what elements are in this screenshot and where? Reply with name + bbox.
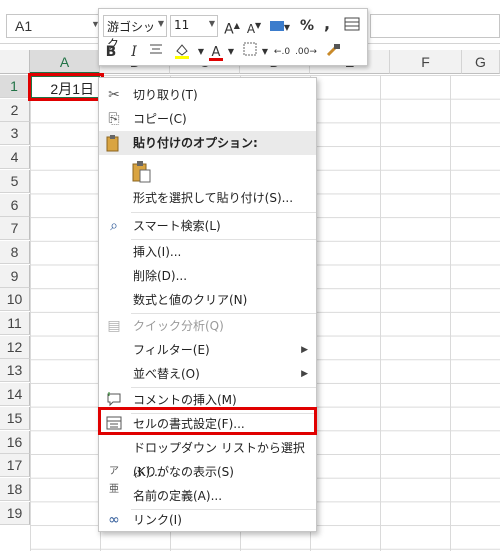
name-box[interactable]: A1 ▼ — [6, 14, 102, 38]
menu-item-quick-analysis-label: クイック分析(Q) — [133, 319, 224, 333]
menu-separator — [131, 212, 316, 213]
paste-option-button[interactable] — [99, 158, 316, 186]
font-color-icon[interactable]: A — [207, 42, 225, 62]
decrease-font-size-icon[interactable]: A▼ — [245, 16, 263, 36]
chevron-down-icon[interactable]: ▼ — [197, 42, 205, 62]
comma-style-button[interactable]: , — [321, 14, 333, 34]
chevron-down-icon[interactable]: ▼ — [261, 42, 269, 62]
menu-item-define-name[interactable]: 名前の定義(A)... — [99, 484, 316, 508]
menu-item-define-name-label: 名前の定義(A)... — [133, 489, 223, 503]
chevron-right-icon: ▶ — [301, 345, 308, 355]
menu-item-pick-from-list[interactable]: ドロップダウン リストから選択(K)... — [99, 436, 316, 479]
chevron-right-icon: ▶ — [301, 369, 308, 379]
menu-item-link[interactable]: ∞ リンク(I) — [99, 508, 316, 532]
menu-item-show-phonetic-label: ふりがなの表示(S) — [133, 465, 234, 479]
font-size-dropdown[interactable]: 11 ▼ — [170, 15, 218, 37]
mini-toolbar: 游ゴシック ▼ 11 ▼ A▲ A▼ ▼ % , B I ▼ A ▼ ▼ ←.0… — [98, 8, 368, 66]
column-header-g[interactable]: G — [462, 50, 500, 74]
menu-item-cut[interactable]: ✂ 切り取り(T) — [99, 83, 316, 107]
menu-item-clear-contents-label: 数式と値のクリア(N) — [133, 293, 248, 307]
row-header-7[interactable]: 7 — [0, 217, 30, 241]
chevron-down-icon: ▼ — [157, 19, 164, 28]
italic-button[interactable]: I — [127, 42, 141, 62]
increase-font-size-icon[interactable]: A▲ — [223, 16, 241, 38]
menu-item-insert[interactable]: 挿入(I)... — [99, 240, 316, 264]
chevron-down-icon: ▼ — [208, 19, 215, 28]
row-header-5[interactable]: 5 — [0, 169, 30, 193]
select-all-corner[interactable] — [0, 50, 30, 74]
cell-a1-annotation-box — [28, 73, 104, 101]
bold-button[interactable]: B — [103, 42, 119, 62]
row-header-3[interactable]: 3 — [0, 122, 30, 146]
menu-item-sort-label: 並べ替え(O) — [133, 367, 200, 381]
paste-clipboard-icon — [131, 160, 153, 184]
column-header-a[interactable]: A — [30, 50, 100, 74]
menu-item-cut-label: 切り取り(T) — [133, 88, 198, 102]
row-header-11[interactable]: 11 — [0, 312, 30, 335]
menu-item-filter-label: フィルター(E) — [133, 343, 210, 357]
format-table-icon[interactable] — [343, 16, 361, 36]
align-center-icon[interactable] — [147, 42, 165, 62]
row-header-1[interactable]: 1 — [0, 75, 30, 98]
column-header-f[interactable]: F — [390, 50, 462, 74]
row-header-6[interactable]: 6 — [0, 193, 30, 217]
format-cells-annotation-box — [98, 407, 317, 435]
copy-icon: ⎘ — [108, 111, 120, 127]
menu-item-show-phonetic[interactable]: ア亜 ふりがなの表示(S) — [99, 460, 316, 495]
row-header-16[interactable]: 16 — [0, 430, 30, 454]
font-name-dropdown[interactable]: 游ゴシック ▼ — [103, 15, 167, 51]
menu-item-smart-lookup-label: スマート検索(L) — [133, 219, 221, 233]
row-header-10[interactable]: 10 — [0, 288, 30, 312]
clipboard-icon — [105, 134, 123, 152]
row-header-17[interactable]: 17 — [0, 454, 30, 478]
increase-decimal-icon[interactable]: ←.0 — [271, 42, 293, 62]
row-header-8[interactable]: 8 — [0, 240, 30, 264]
menu-item-insert-label: 挿入(I)... — [133, 245, 182, 259]
row-header-4[interactable]: 4 — [0, 146, 30, 170]
percent-style-button[interactable]: % — [299, 16, 315, 36]
menu-item-filter[interactable]: フィルター(E) ▶ — [99, 338, 316, 362]
format-painter-icon[interactable] — [323, 42, 343, 62]
borders-icon[interactable] — [241, 42, 259, 62]
row-header-12[interactable]: 12 — [0, 335, 30, 359]
row-header-14[interactable]: 14 — [0, 383, 30, 407]
menu-item-copy-label: コピー(C) — [133, 112, 187, 126]
menu-item-delete[interactable]: 削除(D)... — [99, 264, 316, 288]
menu-item-sort[interactable]: 並べ替え(O) ▶ — [99, 362, 316, 386]
number-format-icon[interactable]: ▼ — [267, 16, 293, 36]
menu-item-paste-special-label: 形式を選択して貼り付け(S)... — [133, 191, 294, 205]
menu-item-copy[interactable]: ⎘ コピー(C) — [99, 107, 316, 131]
decrease-decimal-icon[interactable]: .00→ — [295, 42, 317, 62]
row-header-15[interactable]: 15 — [0, 406, 30, 430]
fill-color-icon[interactable] — [169, 42, 195, 62]
menu-item-quick-analysis: ▤ クイック分析(Q) — [99, 314, 316, 338]
context-menu: ✂ 切り取り(T) ⎘ コピー(C) 貼り付けのオプション: 形式を選択して貼り… — [98, 77, 317, 532]
font-size-value: 11 — [174, 18, 190, 32]
scissors-icon: ✂ — [108, 87, 120, 103]
menu-item-delete-label: 削除(D)... — [133, 269, 188, 283]
phonetic-icon: ア亜 — [109, 466, 119, 495]
menu-item-paste-special[interactable]: 形式を選択して貼り付け(S)... — [99, 186, 316, 210]
name-box-value: A1 — [15, 18, 33, 34]
link-icon: ∞ — [108, 512, 120, 528]
row-header-2[interactable]: 2 — [0, 98, 30, 122]
paste-options-header: 貼り付けのオプション: — [99, 131, 316, 155]
row-header-19[interactable]: 19 — [0, 501, 30, 525]
row-header-9[interactable]: 9 — [0, 264, 30, 288]
chevron-down-icon[interactable]: ▼ — [227, 42, 235, 62]
search-icon: ⌕ — [110, 218, 118, 234]
menu-item-link-label: リンク(I) — [133, 513, 182, 527]
quick-analysis-icon: ▤ — [107, 318, 121, 334]
row-header-18[interactable]: 18 — [0, 477, 30, 501]
menu-item-smart-lookup[interactable]: ⌕ スマート検索(L) — [99, 214, 316, 238]
row-header-13[interactable]: 13 — [0, 359, 30, 383]
menu-item-clear-contents[interactable]: 数式と値のクリア(N) — [99, 288, 316, 312]
paste-options-label: 貼り付けのオプション: — [133, 136, 258, 150]
formula-input[interactable] — [370, 14, 500, 38]
